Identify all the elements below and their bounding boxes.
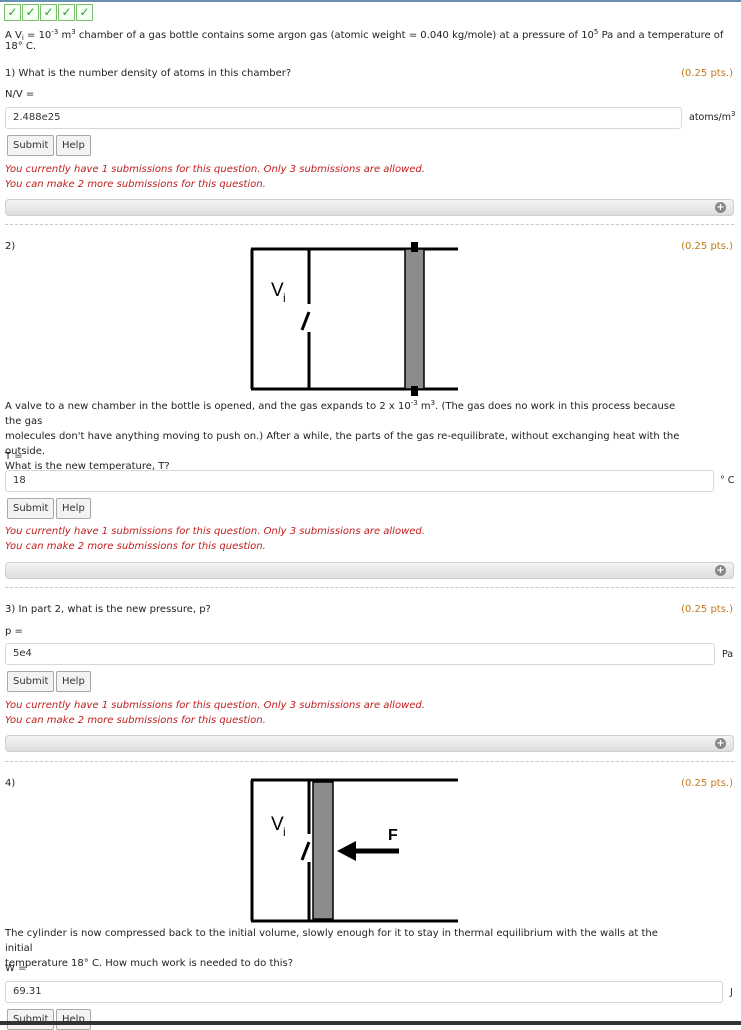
q2-question-line1: A valve to a new chamber in the bottle i… <box>5 399 676 428</box>
separator <box>5 587 734 588</box>
q3-expand-bar[interactable]: + <box>5 735 734 752</box>
q2-help-button[interactable]: Help <box>56 498 91 519</box>
q4-unit: J <box>730 987 733 998</box>
expand-icon[interactable]: + <box>715 565 726 576</box>
q1-unit: atoms/m3 <box>689 110 736 124</box>
q4-answer-field[interactable]: 69.31 <box>5 981 723 1003</box>
q1-points: (0.25 pts.) <box>681 68 733 79</box>
q2-points: (0.25 pts.) <box>681 241 733 252</box>
q1-question: 1) What is the number density of atoms i… <box>5 68 292 79</box>
q1-help-button[interactable]: Help <box>56 135 91 156</box>
q3-unit: Pa <box>722 649 734 660</box>
check-icon: ✓ <box>58 4 75 21</box>
q4-question-line2: temperature 18° C. How much work is need… <box>5 958 293 969</box>
q2-submit-button[interactable]: Submit <box>7 498 55 519</box>
q1-expand-bar[interactable]: + <box>5 199 734 216</box>
q2-diagram-volume-subscript: i <box>283 291 286 305</box>
q2-unit: ° C <box>720 475 735 486</box>
q3-submission-remaining: You can make 2 more submissions for this… <box>5 715 266 726</box>
q4-variable-label: W = <box>5 963 27 974</box>
q3-submission-count: You currently have 1 submissions for thi… <box>5 700 425 711</box>
q3-submission-message: You currently have 1 submissions for thi… <box>5 698 425 728</box>
submission-status-checks: ✓ ✓ ✓ ✓ ✓ <box>4 4 94 21</box>
q3-points: (0.25 pts.) <box>681 604 733 615</box>
q3-help-button[interactable]: Help <box>56 671 91 692</box>
q2-expand-bar[interactable]: + <box>5 562 734 579</box>
q4-compression-diagram: V i F <box>250 778 458 923</box>
q1-submission-message: You currently have 1 submissions for thi… <box>5 162 425 192</box>
q3-submit-button[interactable]: Submit <box>7 671 55 692</box>
top-rule <box>0 0 741 2</box>
expand-icon[interactable]: + <box>715 738 726 749</box>
q4-diagram-force-label: F <box>388 827 398 844</box>
q2-question-line2: molecules don't have anything moving to … <box>5 431 680 457</box>
separator <box>5 224 734 225</box>
window-bottom-edge <box>0 1021 741 1025</box>
q4-question-line1: The cylinder is now compressed back to t… <box>5 928 658 954</box>
q2-submission-message: You currently have 1 submissions for thi… <box>5 524 425 554</box>
check-icon: ✓ <box>22 4 39 21</box>
check-icon: ✓ <box>40 4 57 21</box>
separator <box>5 761 734 762</box>
q2-answer-field[interactable]: 18 <box>5 470 714 492</box>
problem-intro: A Vi = 10-3 m3 chamber of a gas bottle c… <box>5 28 724 53</box>
check-icon: ✓ <box>76 4 93 21</box>
q4-number: 4) <box>5 778 16 789</box>
q1-submit-button[interactable]: Submit <box>7 135 55 156</box>
q4-diagram-volume-subscript: i <box>283 825 286 839</box>
check-icon: ✓ <box>4 4 21 21</box>
q4-question: The cylinder is now compressed back to t… <box>5 926 685 971</box>
expand-icon[interactable]: + <box>715 202 726 213</box>
q2-submission-count: You currently have 1 submissions for thi… <box>5 526 425 537</box>
q3-answer-field[interactable]: 5e4 <box>5 643 715 665</box>
q1-variable-label: N/V = <box>5 89 35 100</box>
q2-number: 2) <box>5 241 16 252</box>
q1-answer-field[interactable]: 2.488e25 <box>5 107 682 129</box>
q4-submit-button[interactable]: Submit <box>7 1009 55 1030</box>
q1-submission-count: You currently have 1 submissions for thi… <box>5 164 425 175</box>
q2-question: A valve to a new chamber in the bottle i… <box>5 399 685 474</box>
q4-help-button[interactable]: Help <box>56 1009 91 1030</box>
q2-submission-remaining: You can make 2 more submissions for this… <box>5 541 266 552</box>
q2-variable-label: T = <box>5 451 23 462</box>
q2-gas-chamber-diagram: V i <box>250 242 458 396</box>
q4-points: (0.25 pts.) <box>681 778 733 789</box>
q3-variable-label: p = <box>5 626 23 637</box>
q1-submission-remaining: You can make 2 more submissions for this… <box>5 179 266 190</box>
q3-question: 3) In part 2, what is the new pressure, … <box>5 604 211 615</box>
